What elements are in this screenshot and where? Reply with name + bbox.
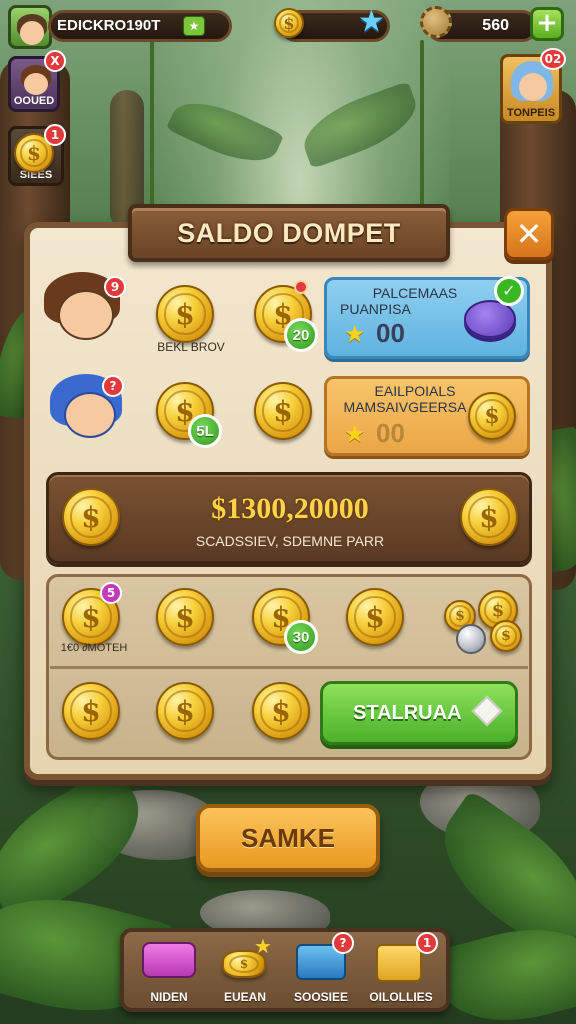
nav-badge: 1 [416, 932, 438, 954]
close-button[interactable]: ✕ [504, 208, 554, 260]
hero-label: TONPEIS [506, 107, 556, 119]
coin-icon: $ [62, 488, 120, 546]
add-currency-button[interactable]: + [530, 7, 564, 41]
bag-icon [142, 942, 196, 978]
coin-slot[interactable]: $ [252, 682, 310, 740]
friend-badge: X [44, 50, 66, 72]
vine [150, 40, 154, 210]
player-name-bar[interactable]: EDICKRO190T ★ [48, 10, 232, 42]
coin-reward[interactable]: $ [254, 382, 312, 440]
card-line-1: PALCEMAAS [372, 285, 458, 301]
level-icon: ★ [183, 16, 205, 36]
star-icon: ★ [344, 420, 366, 448]
face [519, 73, 547, 101]
card-line-2: MAMSAIVGEERSA [343, 399, 467, 415]
card-value: 00 [376, 418, 405, 448]
silver-coin-icon [456, 624, 486, 654]
nav-label: OILOLLIES [369, 990, 433, 1004]
nav-badge: ? [332, 932, 354, 954]
nav-item-coins[interactable]: $ ★ EUEAN [204, 932, 286, 1008]
coin-slot[interactable]: $ [156, 588, 214, 646]
panel-title: SALDO DOMPET [177, 217, 401, 248]
card-value: 00 [376, 318, 405, 348]
nav-label: SOOSIEE [293, 990, 349, 1004]
coin-icon: $ [460, 488, 518, 546]
star-icon: ★ [344, 320, 366, 348]
coins-badge: 1 [44, 124, 66, 146]
coin-slot[interactable]: $ [62, 682, 120, 740]
panel-title-plank: SALDO DOMPET [128, 204, 450, 262]
vine [420, 40, 424, 220]
nav-item-bag[interactable]: NIDEN [128, 932, 210, 1008]
balance-subtitle: SCADSSIEV, SDEMNE PARR [195, 533, 385, 549]
card-title: EAILPOIALS MAMSAIVGEERSA [330, 383, 480, 415]
card-title: PALCEMAAS PUANPISA [330, 285, 470, 317]
coin-reward[interactable]: $ [156, 285, 214, 343]
coin-count-badge: 30 [284, 620, 318, 654]
start-button-label: STALRUAA [353, 701, 462, 724]
nav-label: EUEAN [223, 990, 266, 1004]
coin-icon: $ [274, 8, 304, 38]
gear-coin-icon [420, 6, 452, 38]
character-badge: ? [102, 375, 124, 397]
card-line-2: PUANPISA [340, 301, 411, 317]
close-icon: ✕ [515, 215, 543, 253]
friend-label: OOUED [13, 95, 55, 107]
star-icon: ★ [254, 934, 272, 958]
character-badge: 9 [104, 276, 126, 298]
coin-icon: $ [490, 620, 522, 652]
face [58, 290, 114, 340]
slot-caption: 1€0 ∂MOTEH [60, 642, 128, 654]
coin-count-badge: 5L [188, 414, 222, 448]
card-line-1: EAILPOIALS [374, 383, 456, 399]
coin-slot[interactable]: $ [346, 588, 404, 646]
check-icon: ✓ [494, 276, 524, 306]
face [24, 73, 48, 95]
box-icon [376, 944, 422, 982]
currency-amount: 560 [482, 17, 509, 34]
slot-badge: 5 [100, 582, 122, 604]
player-name: EDICKRO190T [57, 17, 161, 34]
face [20, 21, 44, 45]
player-avatar[interactable] [8, 5, 52, 49]
nav-label: NIDEN [150, 990, 188, 1004]
alert-dot [294, 280, 308, 294]
coin-count-badge: 20 [284, 318, 318, 352]
hero-badge: 02 [540, 48, 566, 70]
grid-divider [50, 666, 528, 669]
save-button-label: SAMKE [241, 822, 335, 853]
balance-amount: $1300,20000 [211, 492, 369, 525]
face [64, 392, 116, 438]
coin-icon: $ [468, 392, 516, 440]
star-icon: ★ [358, 4, 385, 39]
save-button[interactable]: SAMKE [196, 804, 380, 872]
coin-slot[interactable]: $ [156, 682, 214, 740]
